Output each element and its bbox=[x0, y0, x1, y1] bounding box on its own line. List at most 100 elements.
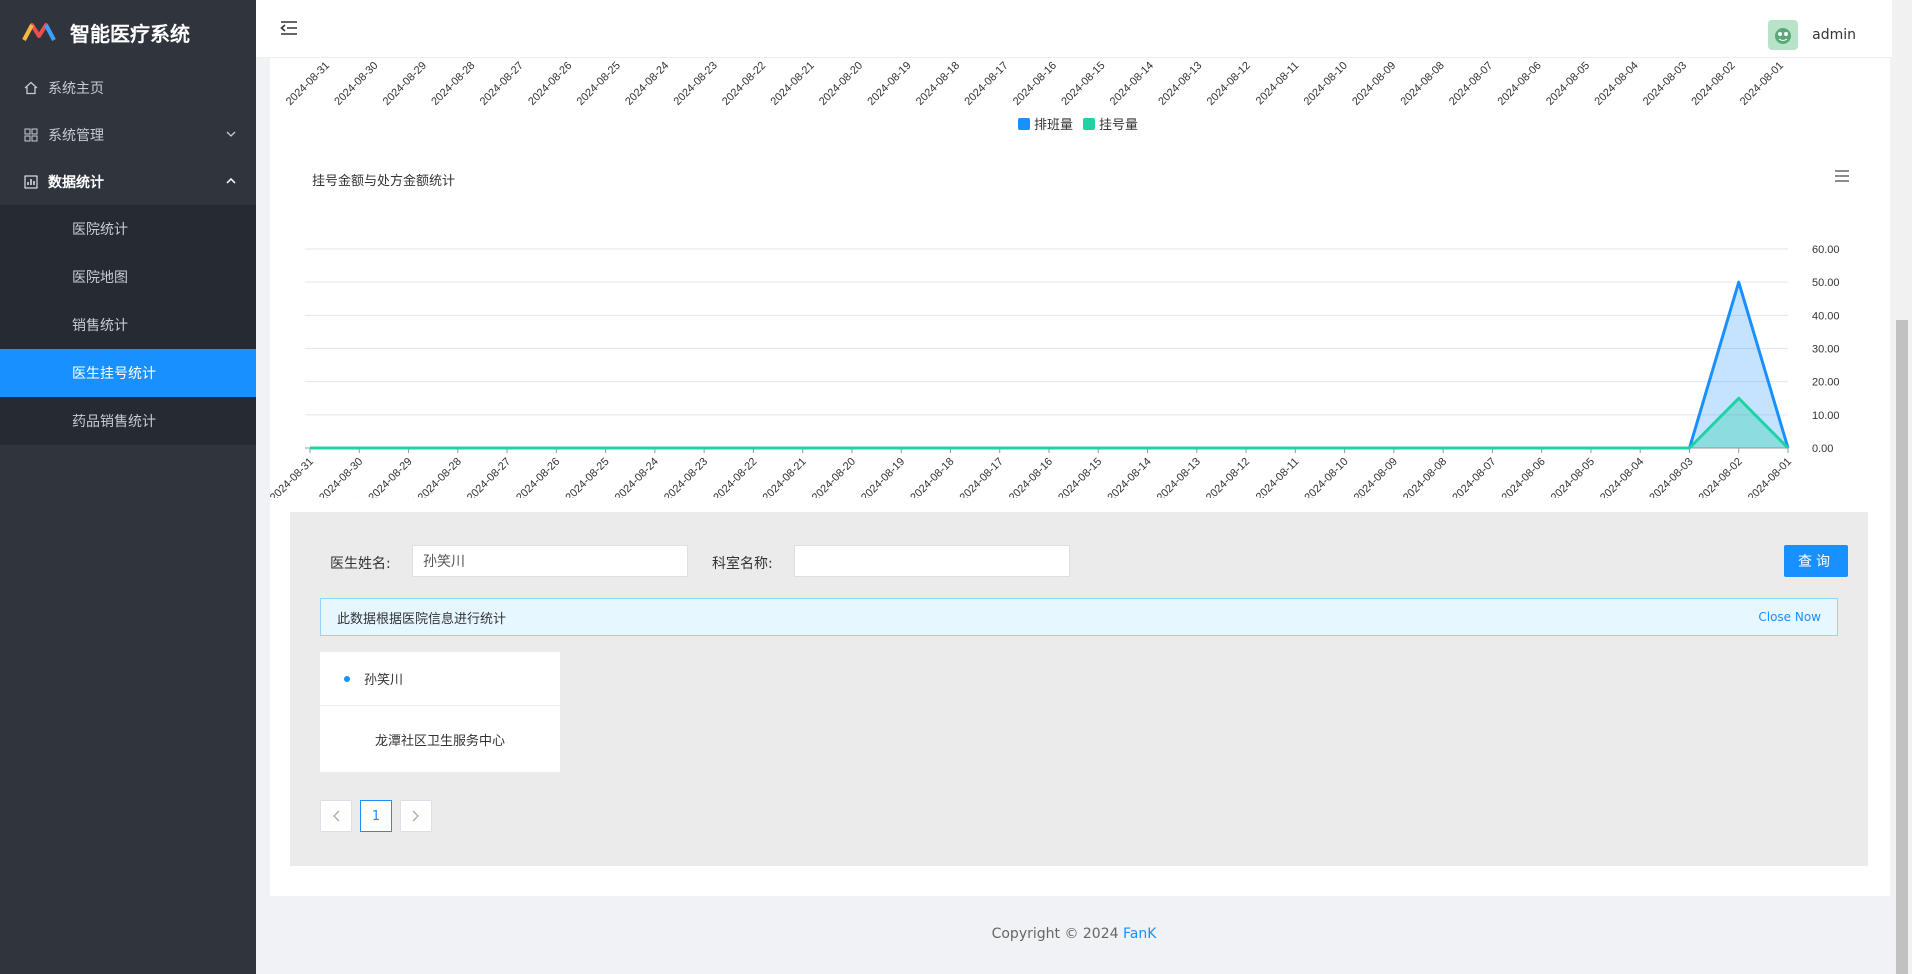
sidebar-item-label: 系统管理 bbox=[48, 127, 104, 144]
menu-fold-icon[interactable] bbox=[280, 20, 298, 36]
chart1-x-tick-label: 2024-08-02 bbox=[1689, 60, 1737, 108]
chevron-left-icon bbox=[333, 810, 340, 822]
doctor-name-label: 医生姓名: bbox=[330, 556, 391, 572]
x-tick-label: 2024-08-16 bbox=[1007, 456, 1055, 498]
logo-icon bbox=[22, 23, 56, 41]
chevron-right-icon bbox=[412, 810, 419, 822]
x-tick-label: 2024-08-20 bbox=[810, 456, 858, 498]
footer-copyright: Copyright © 2024 bbox=[991, 926, 1123, 942]
chart1-x-tick-label: 2024-08-09 bbox=[1350, 60, 1398, 108]
x-tick-label: 2024-08-11 bbox=[1254, 456, 1302, 498]
chart1-x-tick-label: 2024-08-29 bbox=[381, 60, 429, 108]
chart1-x-tick-label: 2024-08-10 bbox=[1302, 60, 1350, 108]
query-button[interactable]: 查询 bbox=[1784, 545, 1848, 577]
x-tick-label: 2024-08-04 bbox=[1598, 456, 1646, 498]
chart1-x-tick-label: 2024-08-22 bbox=[720, 60, 768, 108]
page-scrollbar[interactable] bbox=[1892, 0, 1912, 974]
next-page-button[interactable] bbox=[400, 800, 432, 832]
x-tick-label: 2024-08-14 bbox=[1105, 456, 1153, 498]
chart1-x-tick-label: 2024-08-12 bbox=[1205, 60, 1253, 108]
x-tick-label: 2024-08-31 bbox=[270, 456, 316, 498]
x-tick-label: 2024-08-18 bbox=[908, 456, 956, 498]
chevron-down-icon bbox=[226, 129, 236, 140]
x-tick-label: 2024-08-27 bbox=[465, 456, 513, 498]
bullet-dot-icon bbox=[344, 675, 350, 682]
chart-title: 挂号金额与处方金额统计 bbox=[312, 174, 456, 189]
sidebar-item-label: 系统主页 bbox=[48, 80, 104, 97]
avatar bbox=[1768, 20, 1799, 50]
x-tick-label: 2024-08-01 bbox=[1746, 456, 1794, 498]
sidebar-item-hospital-statistics[interactable]: 医院统计 bbox=[0, 205, 256, 253]
x-tick-label: 2024-08-23 bbox=[662, 456, 710, 498]
top-header: admin bbox=[256, 0, 1892, 58]
sidebar-item-hospital-map[interactable]: 医院地图 bbox=[0, 253, 256, 301]
chart1-legend: 排班量 挂号量 bbox=[1018, 114, 1148, 133]
x-tick-label: 2024-08-30 bbox=[317, 456, 365, 498]
chart1-legend-item-registration[interactable]: 挂号量 bbox=[1083, 114, 1138, 133]
legend-label: 挂号量 bbox=[1099, 118, 1139, 133]
x-tick-label: 2024-08-17 bbox=[958, 456, 1006, 498]
legend-label: 挂号金额 bbox=[325, 497, 377, 498]
page-1-button[interactable]: 1 bbox=[360, 800, 392, 832]
brand[interactable]: 智能医疗系统 bbox=[0, 0, 256, 64]
chart1-x-tick-label: 2024-08-11 bbox=[1254, 60, 1302, 108]
sidebar-item-data-statistics[interactable]: 数据统计 bbox=[0, 158, 256, 205]
chart1-x-tick-label: 2024-08-21 bbox=[769, 60, 817, 108]
sidebar-item-doctor-registration-statistics[interactable]: 医生挂号统计 bbox=[0, 349, 256, 397]
prev-page-button[interactable] bbox=[320, 800, 352, 832]
pagination: 1 bbox=[320, 800, 440, 832]
x-tick-label: 2024-08-08 bbox=[1401, 456, 1449, 498]
chart1-x-tick-label: 2024-08-04 bbox=[1592, 60, 1640, 108]
x-tick-label: 2024-08-15 bbox=[1056, 456, 1104, 498]
x-tick-label: 2024-08-29 bbox=[366, 456, 414, 498]
chart1-x-tick-label: 2024-08-25 bbox=[575, 60, 623, 108]
x-tick-label: 2024-08-25 bbox=[563, 456, 611, 498]
y-tick-label: 0.00 bbox=[1812, 443, 1833, 455]
app-title: 智能医疗系统 bbox=[70, 21, 190, 46]
chart1-x-tick-label: 2024-08-18 bbox=[914, 60, 962, 108]
user-menu[interactable]: admin bbox=[1768, 20, 1856, 50]
sidebar-item-home[interactable]: 系统主页 bbox=[0, 64, 256, 111]
alert-close-link[interactable]: Close Now bbox=[1758, 610, 1821, 624]
x-tick-label: 2024-08-26 bbox=[514, 456, 562, 498]
chart1-x-tick-label: 2024-08-26 bbox=[526, 60, 574, 108]
chart1-x-tick-label: 2024-08-31 bbox=[284, 60, 332, 108]
chart1-x-tick-label: 2024-08-01 bbox=[1738, 60, 1786, 108]
y-tick-label: 40.00 bbox=[1812, 310, 1840, 322]
chart1-x-tick-label: 2024-08-07 bbox=[1447, 60, 1495, 108]
alert-text: 此数据根据医院信息进行统计 bbox=[337, 611, 507, 627]
submenu-data-statistics: 医院统计 医院地图 销售统计 医生挂号统计 药品销售统计 bbox=[0, 205, 256, 445]
x-tick-label: 2024-08-02 bbox=[1697, 456, 1745, 498]
department-name-input[interactable] bbox=[794, 545, 1070, 577]
doctor-name: 孙笑川 bbox=[364, 673, 404, 688]
footer-author-link[interactable]: FanK bbox=[1123, 926, 1156, 942]
chart-menu-icon[interactable] bbox=[1834, 170, 1850, 182]
doctor-hospital: 龙潭社区卫生服务中心 bbox=[374, 733, 505, 749]
chart1-legend-item-schedule[interactable]: 排班量 bbox=[1018, 114, 1073, 133]
doctor-card[interactable]: 孙笑川 龙潭社区卫生服务中心 bbox=[320, 652, 560, 772]
x-tick-label: 2024-08-12 bbox=[1204, 456, 1252, 498]
footer: Copyright © 2024 FanK bbox=[256, 926, 1892, 942]
chevron-up-icon bbox=[226, 176, 236, 187]
query-panel: 医生姓名: 孙笑川 科室名称: 查询 此数据根据医院信息进行统计 Close N… bbox=[290, 512, 1868, 866]
chart1-x-tick-label: 2024-08-08 bbox=[1399, 60, 1447, 108]
sidebar-item-system-management[interactable]: 系统管理 bbox=[0, 111, 256, 158]
chart1-x-tick-label: 2024-08-03 bbox=[1641, 60, 1689, 108]
chart1-x-tick-label: 2024-08-24 bbox=[623, 60, 671, 108]
chart1-x-tick-label: 2024-08-14 bbox=[1108, 60, 1156, 108]
y-tick-label: 20.00 bbox=[1812, 377, 1840, 389]
chart1-x-tick-label: 2024-08-20 bbox=[817, 60, 865, 108]
y-tick-label: 60.00 bbox=[1812, 244, 1840, 256]
x-tick-label: 2024-08-28 bbox=[416, 456, 464, 498]
x-tick-label: 2024-08-22 bbox=[711, 456, 759, 498]
department-name-label: 科室名称: bbox=[712, 556, 773, 572]
scrollbar-thumb[interactable] bbox=[1896, 320, 1908, 974]
chart1-x-tick-label: 2024-08-27 bbox=[478, 60, 526, 108]
series-line-1 bbox=[310, 396, 1790, 450]
series-area-1 bbox=[310, 398, 1788, 448]
doctor-name-input[interactable]: 孙笑川 bbox=[412, 545, 688, 577]
x-tick-label: 2024-08-10 bbox=[1302, 456, 1350, 498]
chart1-x-tick-label: 2024-08-28 bbox=[429, 60, 477, 108]
sidebar-item-sales-statistics[interactable]: 销售统计 bbox=[0, 301, 256, 349]
sidebar-item-drug-sales-statistics[interactable]: 药品销售统计 bbox=[0, 397, 256, 445]
